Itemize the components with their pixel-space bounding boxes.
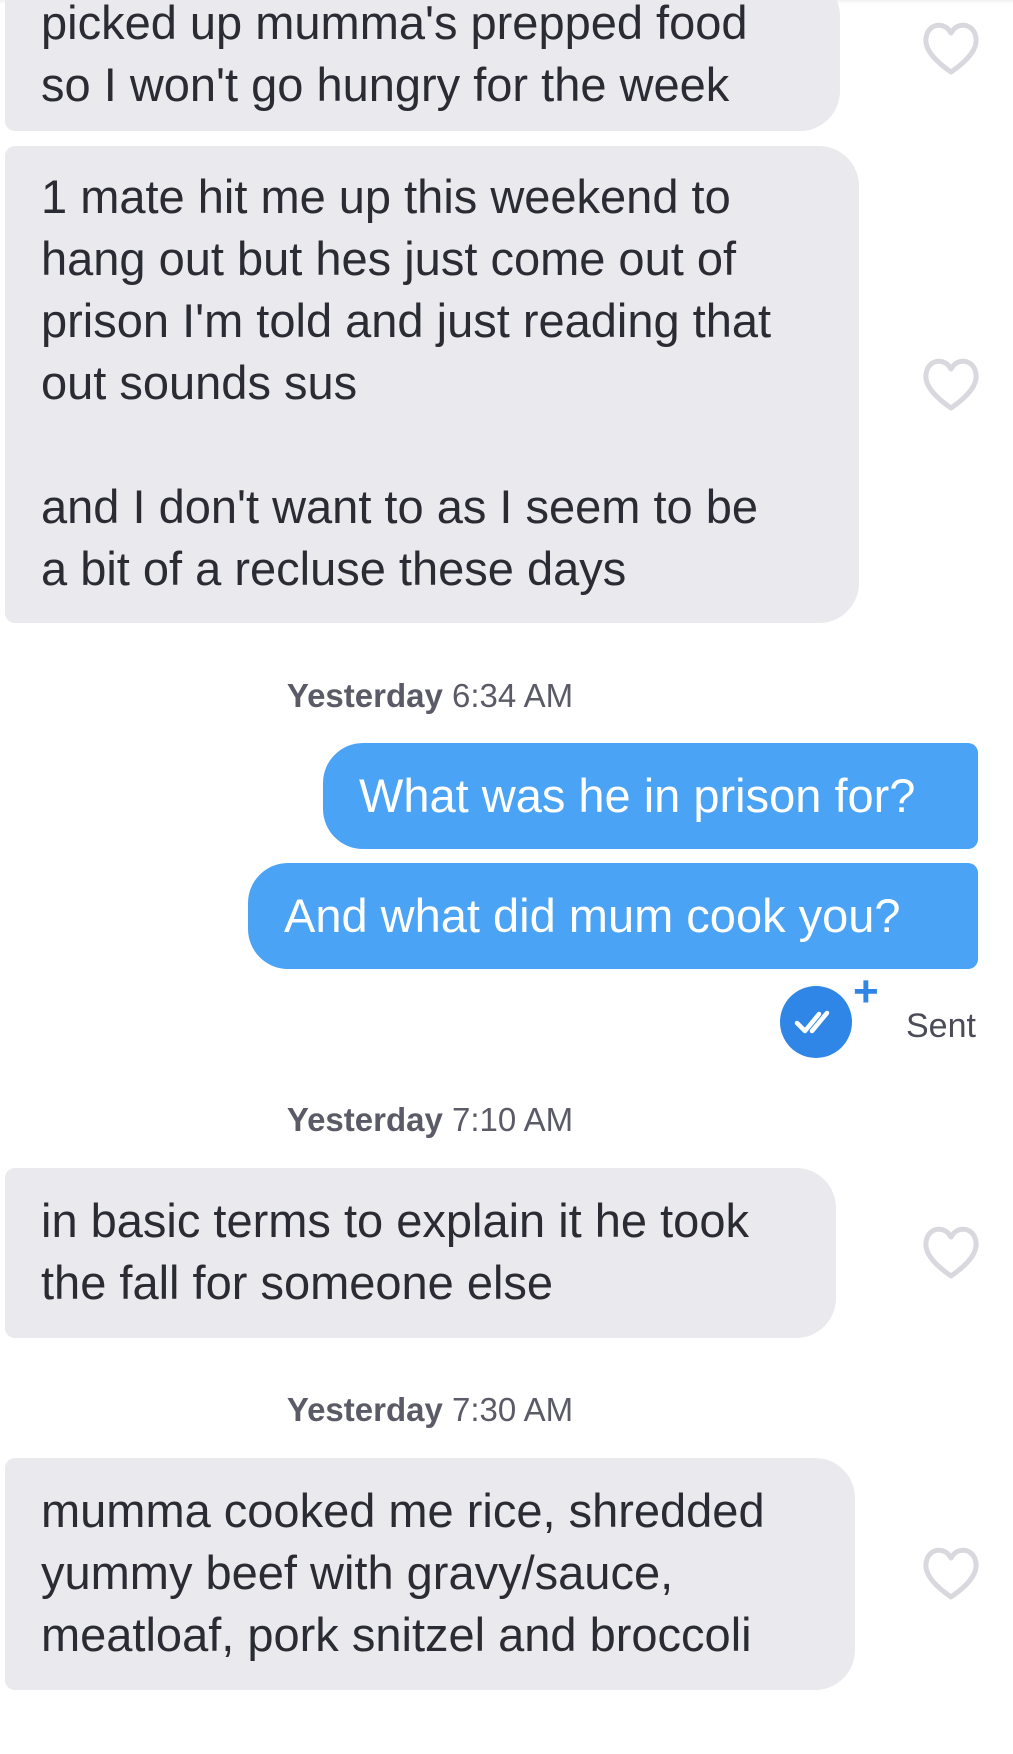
incoming-message-bubble[interactable]: in basic terms to explain it he took the… [5,1168,836,1338]
incoming-message-bubble[interactable]: mumma cooked me rice, shredded yummy bee… [5,1458,855,1690]
timestamp-day: Yesterday [286,1391,443,1428]
timestamp-time: 6:34 AM [452,677,574,714]
double-check-icon [794,1010,830,1034]
message-timestamp: Yesterday 7:30 AM [0,1390,860,1430]
timestamp-day: Yesterday [286,1101,443,1138]
plus-icon[interactable]: + [853,970,879,1014]
message-timestamp: Yesterday 6:34 AM [0,676,860,716]
like-heart-icon[interactable] [921,20,981,76]
timestamp-time: 7:10 AM [452,1101,574,1138]
like-heart-icon[interactable] [921,1224,981,1280]
like-heart-icon[interactable] [921,1545,981,1601]
like-heart-icon[interactable] [921,356,981,412]
message-timestamp: Yesterday 7:10 AM [0,1100,860,1140]
outgoing-message-bubble[interactable]: What was he in prison for? [323,743,978,849]
incoming-message-bubble[interactable]: 1 mate hit me up this weekend to hang ou… [5,146,859,623]
sent-label: Sent [906,1007,976,1045]
timestamp-day: Yesterday [286,677,443,714]
outgoing-message-bubble[interactable]: And what did mum cook you? [248,863,978,969]
timestamp-time: 7:30 AM [452,1391,574,1428]
incoming-message-bubble[interactable]: picked up mumma's prepped food so I won'… [5,0,840,131]
sent-status: + Sent [780,970,990,1058]
read-receipt-icon [780,986,852,1058]
